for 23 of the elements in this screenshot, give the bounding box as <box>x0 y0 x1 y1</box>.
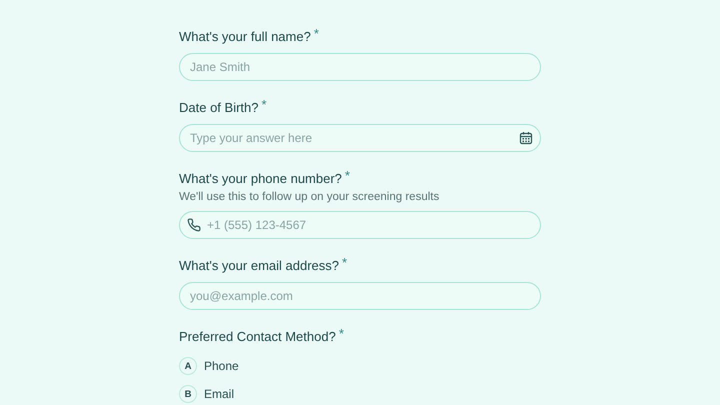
question-label: What's your email address? <box>179 257 339 275</box>
question-label: Preferred Contact Method? <box>179 328 336 346</box>
calendar-icon[interactable] <box>519 131 533 145</box>
option-label: Phone <box>204 359 239 373</box>
help-text: We'll use this to follow up on your screening results <box>179 191 440 203</box>
required-mark: * <box>262 98 267 112</box>
input-field[interactable]: Jane Smith <box>179 53 541 81</box>
phone-icon <box>187 218 201 232</box>
question-label: Date of Birth? <box>179 99 258 117</box>
input-field[interactable]: you@example.com <box>179 282 541 310</box>
phone-field[interactable]: +1 (555) 123-4567 <box>179 211 541 239</box>
question-label: What's your full name? <box>179 28 311 46</box>
option-label: Email <box>204 387 234 401</box>
option-key: A <box>179 357 197 375</box>
required-mark: * <box>314 27 319 41</box>
option-key: B <box>179 385 197 403</box>
date-field[interactable]: Type your answer here <box>179 124 541 152</box>
required-mark: * <box>342 256 348 270</box>
required-mark: * <box>338 327 344 341</box>
required-mark: * <box>344 169 350 183</box>
option-button[interactable]: A Phone <box>179 357 541 375</box>
option-button[interactable]: B Email <box>179 385 541 403</box>
question-label: What's your phone number? <box>179 170 342 188</box>
